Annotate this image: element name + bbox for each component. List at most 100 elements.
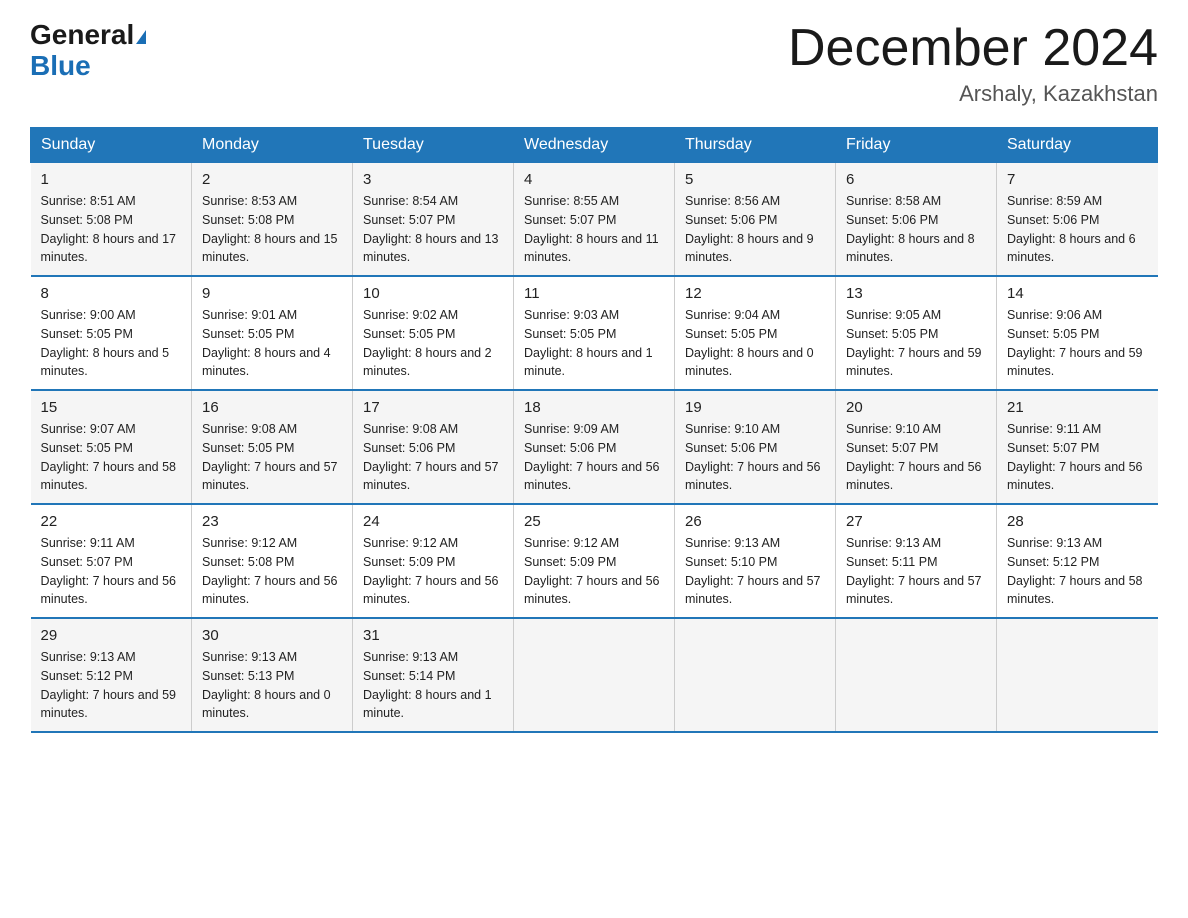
day-info: Sunrise: 9:10 AMSunset: 5:07 PMDaylight:… — [846, 422, 982, 492]
page-header: General Blue December 2024 Arshaly, Kaza… — [30, 20, 1158, 107]
day-number: 2 — [202, 171, 342, 188]
day-info: Sunrise: 8:53 AMSunset: 5:08 PMDaylight:… — [202, 194, 338, 264]
day-number: 13 — [846, 285, 986, 302]
day-number: 6 — [846, 171, 986, 188]
calendar-cell: 6 Sunrise: 8:58 AMSunset: 5:06 PMDaylight… — [836, 163, 997, 277]
day-number: 19 — [685, 399, 825, 416]
day-number: 23 — [202, 513, 342, 530]
calendar-cell: 28Sunrise: 9:13 AMSunset: 5:12 PMDayligh… — [997, 504, 1158, 618]
calendar-cell: 13 Sunrise: 9:05 AMSunset: 5:05 PMDayligh… — [836, 276, 997, 390]
day-info: Sunrise: 9:09 AMSunset: 5:06 PMDaylight:… — [524, 422, 660, 492]
day-number: 26 — [685, 513, 825, 530]
calendar-cell: 2 Sunrise: 8:53 AMSunset: 5:08 PMDaylight… — [192, 163, 353, 277]
day-info: Sunrise: 9:13 AMSunset: 5:13 PMDaylight:… — [202, 650, 331, 720]
day-info: Sunrise: 8:51 AMSunset: 5:08 PMDaylight:… — [41, 194, 177, 264]
calendar-cell: 15 Sunrise: 9:07 AMSunset: 5:05 PMDayligh… — [31, 390, 192, 504]
day-number: 24 — [363, 513, 503, 530]
calendar-cell: 23 Sunrise: 9:12 AMSunset: 5:08 PMDayligh… — [192, 504, 353, 618]
day-info: Sunrise: 9:12 AMSunset: 5:09 PMDaylight:… — [363, 536, 499, 606]
calendar-cell: 30Sunrise: 9:13 AMSunset: 5:13 PMDayligh… — [192, 618, 353, 732]
calendar-cell — [675, 618, 836, 732]
day-info: Sunrise: 9:11 AMSunset: 5:07 PMDaylight:… — [1007, 422, 1143, 492]
day-number: 8 — [41, 285, 182, 302]
day-info: Sunrise: 9:12 AMSunset: 5:08 PMDaylight:… — [202, 536, 338, 606]
day-number: 9 — [202, 285, 342, 302]
calendar-week-3: 15 Sunrise: 9:07 AMSunset: 5:05 PMDayligh… — [31, 390, 1158, 504]
weekday-header-friday: Friday — [836, 128, 997, 163]
location: Arshaly, Kazakhstan — [788, 81, 1158, 107]
day-number: 7 — [1007, 171, 1148, 188]
day-info: Sunrise: 9:08 AMSunset: 5:05 PMDaylight:… — [202, 422, 338, 492]
calendar-body: 1 Sunrise: 8:51 AMSunset: 5:08 PMDaylight… — [31, 163, 1158, 733]
calendar-cell: 12Sunrise: 9:04 AMSunset: 5:05 PMDayligh… — [675, 276, 836, 390]
calendar-cell: 31 Sunrise: 9:13 AMSunset: 5:14 PMDayligh… — [353, 618, 514, 732]
day-info: Sunrise: 9:00 AMSunset: 5:05 PMDaylight:… — [41, 308, 170, 378]
day-number: 20 — [846, 399, 986, 416]
calendar-cell: 14Sunrise: 9:06 AMSunset: 5:05 PMDayligh… — [997, 276, 1158, 390]
calendar-cell: 29Sunrise: 9:13 AMSunset: 5:12 PMDayligh… — [31, 618, 192, 732]
calendar-cell: 10Sunrise: 9:02 AMSunset: 5:05 PMDayligh… — [353, 276, 514, 390]
day-number: 16 — [202, 399, 342, 416]
calendar-week-2: 8 Sunrise: 9:00 AMSunset: 5:05 PMDaylight… — [31, 276, 1158, 390]
calendar-week-1: 1 Sunrise: 8:51 AMSunset: 5:08 PMDaylight… — [31, 163, 1158, 277]
day-info: Sunrise: 9:07 AMSunset: 5:05 PMDaylight:… — [41, 422, 177, 492]
calendar-cell: 3Sunrise: 8:54 AMSunset: 5:07 PMDaylight… — [353, 163, 514, 277]
weekday-header-thursday: Thursday — [675, 128, 836, 163]
header-row: SundayMondayTuesdayWednesdayThursdayFrid… — [31, 128, 1158, 163]
day-info: Sunrise: 9:10 AMSunset: 5:06 PMDaylight:… — [685, 422, 821, 492]
calendar-cell: 5Sunrise: 8:56 AMSunset: 5:06 PMDaylight… — [675, 163, 836, 277]
logo-text: General Blue — [30, 20, 146, 82]
day-info: Sunrise: 9:01 AMSunset: 5:05 PMDaylight:… — [202, 308, 331, 378]
day-info: Sunrise: 9:05 AMSunset: 5:05 PMDaylight:… — [846, 308, 982, 378]
day-info: Sunrise: 9:03 AMSunset: 5:05 PMDaylight:… — [524, 308, 653, 378]
day-info: Sunrise: 9:08 AMSunset: 5:06 PMDaylight:… — [363, 422, 499, 492]
calendar-cell: 19 Sunrise: 9:10 AMSunset: 5:06 PMDayligh… — [675, 390, 836, 504]
calendar-cell: 20 Sunrise: 9:10 AMSunset: 5:07 PMDayligh… — [836, 390, 997, 504]
day-info: Sunrise: 9:13 AMSunset: 5:14 PMDaylight:… — [363, 650, 492, 720]
day-number: 1 — [41, 171, 182, 188]
day-info: Sunrise: 9:13 AMSunset: 5:10 PMDaylight:… — [685, 536, 821, 606]
calendar-header: SundayMondayTuesdayWednesdayThursdayFrid… — [31, 128, 1158, 163]
day-number: 31 — [363, 627, 503, 644]
weekday-header-tuesday: Tuesday — [353, 128, 514, 163]
calendar-cell — [997, 618, 1158, 732]
calendar-cell: 24 Sunrise: 9:12 AMSunset: 5:09 PMDayligh… — [353, 504, 514, 618]
calendar-cell: 16 Sunrise: 9:08 AMSunset: 5:05 PMDayligh… — [192, 390, 353, 504]
day-number: 5 — [685, 171, 825, 188]
weekday-header-sunday: Sunday — [31, 128, 192, 163]
calendar-cell: 7 Sunrise: 8:59 AMSunset: 5:06 PMDaylight… — [997, 163, 1158, 277]
calendar-cell: 11 Sunrise: 9:03 AMSunset: 5:05 PMDayligh… — [514, 276, 675, 390]
day-info: Sunrise: 8:59 AMSunset: 5:06 PMDaylight:… — [1007, 194, 1136, 264]
day-number: 22 — [41, 513, 182, 530]
day-number: 10 — [363, 285, 503, 302]
day-info: Sunrise: 8:58 AMSunset: 5:06 PMDaylight:… — [846, 194, 975, 264]
day-number: 29 — [41, 627, 182, 644]
calendar-cell: 26 Sunrise: 9:13 AMSunset: 5:10 PMDayligh… — [675, 504, 836, 618]
logo-triangle-icon — [136, 30, 146, 44]
month-title: December 2024 — [788, 20, 1158, 77]
calendar-cell: 8 Sunrise: 9:00 AMSunset: 5:05 PMDaylight… — [31, 276, 192, 390]
calendar-cell: 27Sunrise: 9:13 AMSunset: 5:11 PMDayligh… — [836, 504, 997, 618]
day-number: 17 — [363, 399, 503, 416]
day-info: Sunrise: 9:06 AMSunset: 5:05 PMDaylight:… — [1007, 308, 1143, 378]
day-info: Sunrise: 9:13 AMSunset: 5:12 PMDaylight:… — [1007, 536, 1143, 606]
day-number: 11 — [524, 285, 664, 302]
day-number: 25 — [524, 513, 664, 530]
weekday-header-saturday: Saturday — [997, 128, 1158, 163]
day-info: Sunrise: 8:54 AMSunset: 5:07 PMDaylight:… — [363, 194, 499, 264]
day-info: Sunrise: 9:11 AMSunset: 5:07 PMDaylight:… — [41, 536, 177, 606]
calendar-cell: 22 Sunrise: 9:11 AMSunset: 5:07 PMDayligh… — [31, 504, 192, 618]
day-info: Sunrise: 9:12 AMSunset: 5:09 PMDaylight:… — [524, 536, 660, 606]
calendar-cell: 17 Sunrise: 9:08 AMSunset: 5:06 PMDayligh… — [353, 390, 514, 504]
calendar-cell: 9 Sunrise: 9:01 AMSunset: 5:05 PMDaylight… — [192, 276, 353, 390]
calendar-cell: 25 Sunrise: 9:12 AMSunset: 5:09 PMDayligh… — [514, 504, 675, 618]
day-number: 15 — [41, 399, 182, 416]
day-number: 27 — [846, 513, 986, 530]
logo-blue: Blue — [30, 50, 91, 81]
calendar-table: SundayMondayTuesdayWednesdayThursdayFrid… — [30, 127, 1158, 733]
logo: General Blue — [30, 20, 146, 82]
day-number: 12 — [685, 285, 825, 302]
calendar-cell: 18Sunrise: 9:09 AMSunset: 5:06 PMDayligh… — [514, 390, 675, 504]
calendar-cell: 4Sunrise: 8:55 AMSunset: 5:07 PMDaylight… — [514, 163, 675, 277]
day-number: 4 — [524, 171, 664, 188]
